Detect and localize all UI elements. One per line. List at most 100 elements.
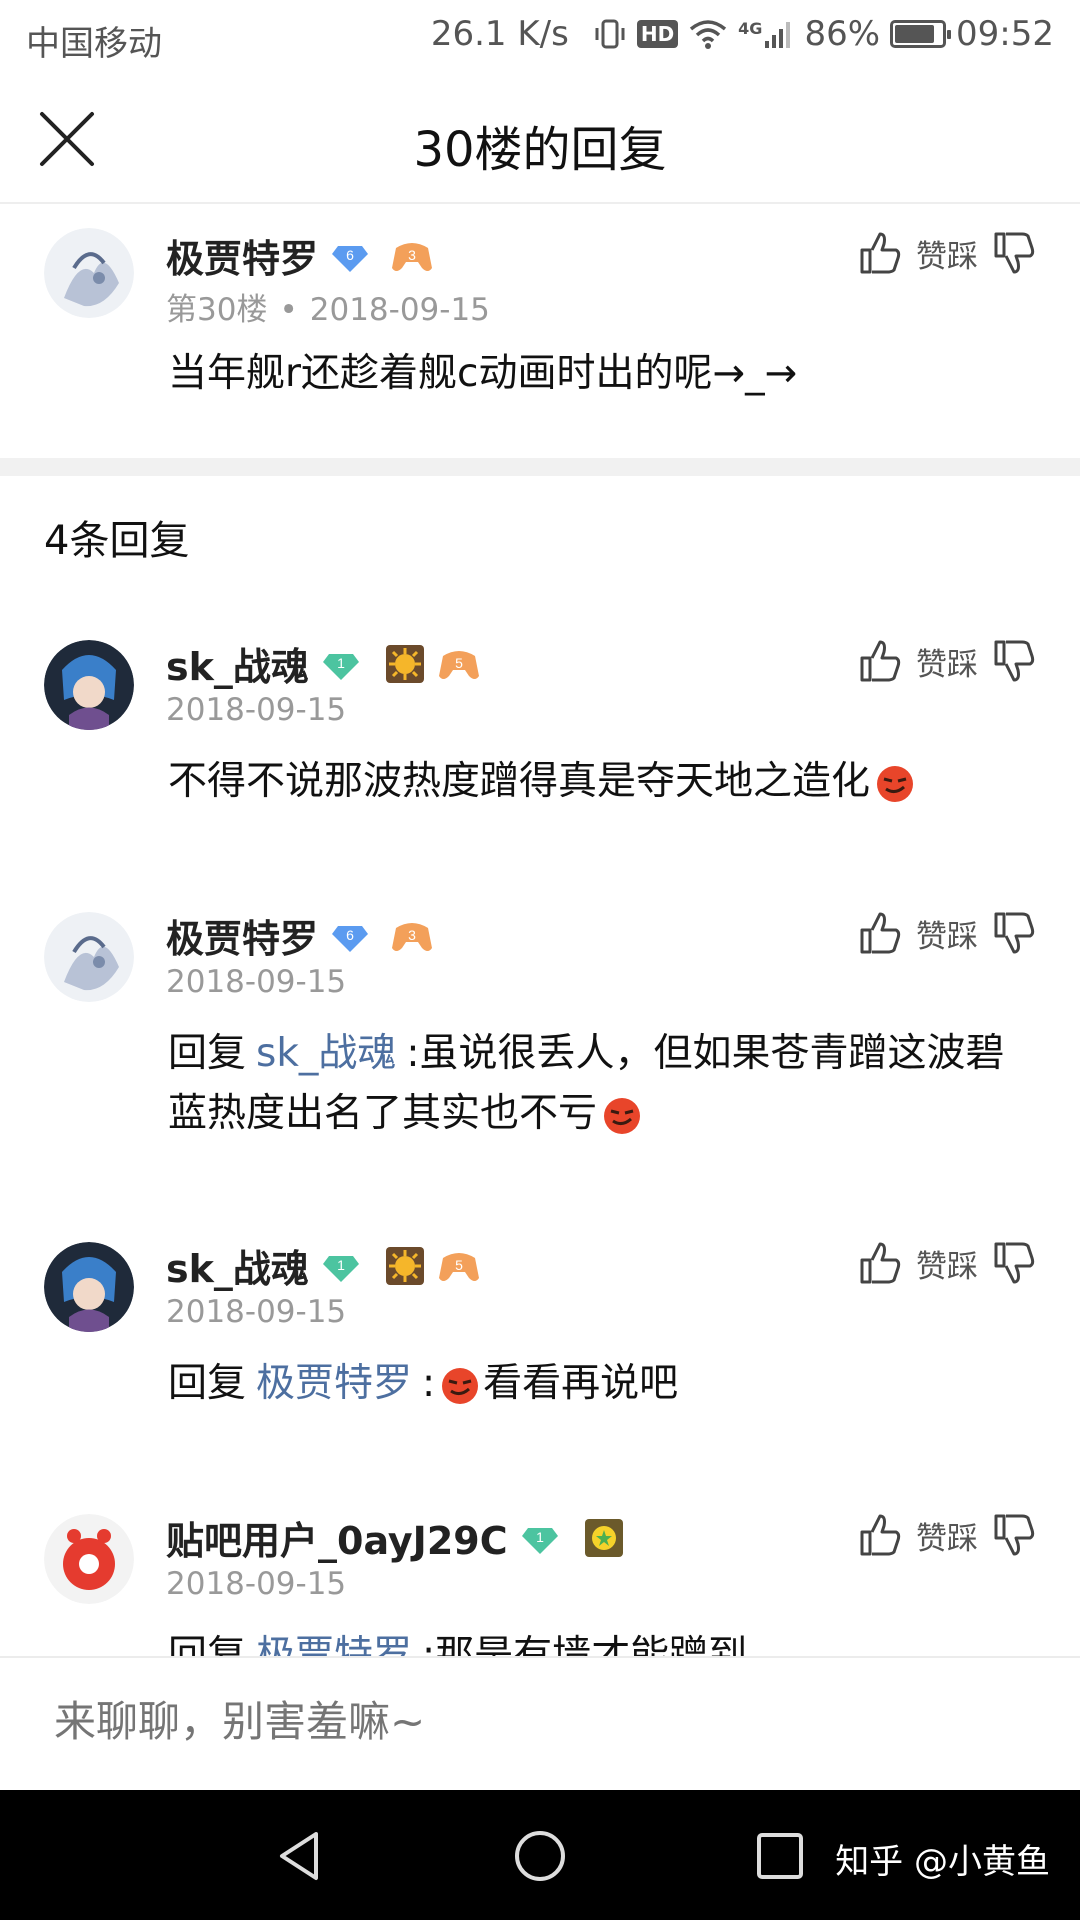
username-row: 极贾特罗 6 3: [166, 908, 434, 963]
username-row: sk_战魂 1 5: [166, 636, 481, 691]
battery-icon: [890, 20, 952, 48]
thumbs-down-icon[interactable]: [992, 638, 1036, 684]
game-controller-icon: 5: [438, 1252, 479, 1281]
game-controller-icon: 3: [392, 242, 433, 271]
avatar[interactable]: [44, 228, 134, 318]
smirk-emoji-icon: [604, 1097, 641, 1134]
comment-bar: [0, 1656, 1080, 1792]
back-nav-icon[interactable]: [272, 1828, 328, 1884]
section-divider: [0, 458, 1080, 476]
reply-item: sk_战魂 1 5 2018-09-15 回复 极贾特罗: 看看再说吧 赞踩: [0, 1232, 1080, 1452]
game-controller-icon: 3: [392, 922, 433, 951]
thumbs-down-icon[interactable]: [992, 1240, 1036, 1286]
game-level-number: 5: [455, 1257, 463, 1273]
carrier-label: 中国移动: [26, 24, 162, 64]
status-bar: 中国移动 26.1 K/s HD 4G 86% 09:52: [0, 0, 1080, 76]
level-number: 1: [337, 1257, 345, 1273]
meta-separator: •: [279, 292, 298, 328]
battery-percent: 86%: [804, 14, 881, 54]
star-badge-icon: [584, 1518, 623, 1557]
page-title: 30楼的回复: [413, 122, 667, 178]
mention-link[interactable]: 极贾特罗: [256, 1361, 412, 1406]
recents-nav-icon[interactable]: [752, 1828, 808, 1884]
game-level-number: 3: [408, 247, 416, 263]
watermark: 知乎 @小黄鱼: [835, 1842, 1050, 1882]
status-right: 26.1 K/s HD 4G 86% 09:52: [431, 14, 1054, 54]
level-number: 1: [536, 1529, 544, 1545]
reply-prefix: 回复: [168, 1031, 247, 1076]
reply-item: sk_战魂 1 5 2018-09-15 不得不说那波热度蹭得真是夺天地之造化: [0, 630, 1080, 850]
network-speed: 26.1 K/s: [430, 14, 569, 54]
thumbs-up-icon[interactable]: [858, 638, 902, 684]
vote-controls: 赞踩: [858, 1512, 1036, 1558]
reply-text: 不得不说那波热度蹭得真是夺天地之造化: [168, 759, 871, 804]
reply-prefix: 回复: [168, 1633, 247, 1656]
username[interactable]: sk_战魂: [166, 636, 309, 691]
level-gem-icon: 1: [521, 1527, 558, 1554]
username[interactable]: 贴吧用户_0ayJ29C: [166, 1510, 508, 1565]
avatar[interactable]: [44, 912, 134, 1002]
avatar[interactable]: [44, 640, 134, 730]
vote-label: 赞踩: [916, 1248, 978, 1285]
sun-badge-icon: [385, 1246, 424, 1285]
level-gem-icon: 1: [322, 653, 359, 680]
comment-input[interactable]: [52, 1696, 956, 1747]
signal-bars-icon: [765, 22, 791, 48]
mention-link[interactable]: 极贾特罗: [256, 1633, 412, 1656]
hd-badge: HD: [636, 20, 679, 48]
post-date: 2018-09-15: [309, 292, 490, 328]
username-row: 贴吧用户_0ayJ29C 1: [166, 1510, 624, 1565]
avatar[interactable]: [44, 1514, 134, 1604]
system-nav-bar: 知乎 @小黄鱼: [0, 1790, 1080, 1920]
thumbs-down-icon[interactable]: [992, 1512, 1036, 1558]
level-gem-icon: 1: [322, 1255, 359, 1282]
level-number: 1: [337, 655, 345, 671]
vote-label: 赞踩: [916, 1520, 978, 1557]
post-date: 2018-09-15: [166, 692, 347, 728]
thumbs-up-icon[interactable]: [858, 1512, 902, 1558]
vote-controls: 赞踩: [858, 638, 1036, 684]
vote-controls: 赞踩: [858, 1240, 1036, 1286]
thumbs-down-icon[interactable]: [992, 910, 1036, 956]
post-date: 2018-09-15: [166, 964, 347, 1000]
avatar[interactable]: [44, 1242, 134, 1332]
post-meta: 第30楼 • 2018-09-15: [166, 284, 490, 329]
reply-content: 回复 极贾特罗: 看看再说吧: [168, 1354, 1038, 1414]
username-row: 极贾特罗 6 3: [166, 228, 434, 283]
reply-content: 回复 sk_战魂:虽说很丢人，但如果苍青蹭这波碧蓝热度出名了其实也不亏: [168, 1024, 1038, 1144]
floor-label: 第30楼: [166, 292, 268, 328]
thumbs-up-icon[interactable]: [858, 910, 902, 956]
level-gem-icon: 6: [332, 925, 369, 952]
vote-label: 赞踩: [916, 918, 978, 955]
screen: 中国移动 26.1 K/s HD 4G 86% 09:52 30楼的回复 极贾特…: [0, 0, 1080, 1920]
game-level-number: 3: [408, 927, 416, 943]
thumbs-up-icon[interactable]: [858, 1240, 902, 1286]
vote-label: 赞踩: [916, 238, 978, 275]
reply-text-before: :: [422, 1361, 436, 1406]
username[interactable]: 极贾特罗: [166, 908, 318, 963]
reply-count: 4条回复: [44, 518, 190, 564]
username[interactable]: sk_战魂: [166, 1238, 309, 1293]
reply-content: 不得不说那波热度蹭得真是夺天地之造化: [168, 752, 1038, 812]
smirk-emoji-icon: [442, 1367, 479, 1404]
username[interactable]: 极贾特罗: [166, 228, 318, 283]
vote-controls: 赞踩: [858, 230, 1036, 276]
vote-label: 赞踩: [916, 646, 978, 683]
reply-prefix: 回复: [168, 1361, 247, 1406]
wifi-icon: [690, 20, 727, 49]
post-date: 2018-09-15: [166, 1294, 347, 1330]
thumbs-down-icon[interactable]: [992, 230, 1036, 276]
mention-link[interactable]: sk_战魂: [256, 1031, 396, 1076]
smirk-emoji-icon: [877, 765, 914, 802]
reply-item: 极贾特罗 6 3 2018-09-15 回复 sk_战魂:虽说很丢人，但如果苍青蹭…: [0, 902, 1080, 1192]
username-row: sk_战魂 1 5: [166, 1238, 481, 1293]
thumbs-up-icon[interactable]: [858, 230, 902, 276]
vote-controls: 赞踩: [858, 910, 1036, 956]
home-nav-icon[interactable]: [512, 1828, 568, 1884]
level-number: 6: [346, 247, 354, 263]
game-controller-icon: 5: [438, 650, 479, 679]
reply-content: 回复 极贾特罗:那是有墙才能蹭到: [168, 1626, 1038, 1656]
signal-icon: 4G: [738, 19, 794, 49]
post-content: 当年舰r还趁着舰c动画时出的呢→_→: [168, 351, 798, 396]
network-type: 4G: [738, 19, 763, 38]
